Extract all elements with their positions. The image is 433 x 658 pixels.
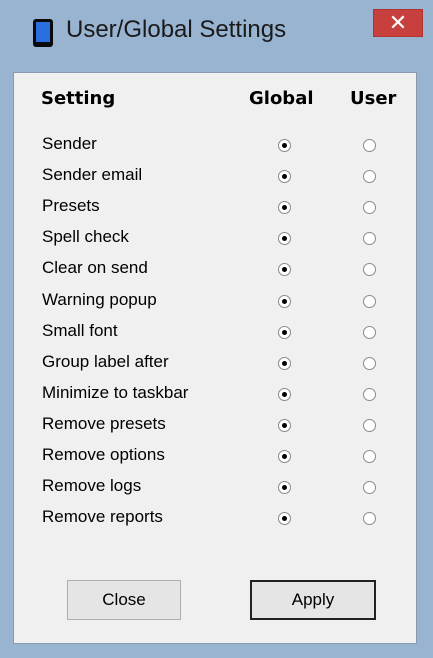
global-radio[interactable] <box>278 294 291 308</box>
user-radio[interactable] <box>363 294 376 308</box>
user-radio[interactable] <box>363 450 376 463</box>
user-radio[interactable] <box>363 512 376 526</box>
setting-row: Remove presets <box>14 411 416 442</box>
setting-label: Sender email <box>42 165 143 185</box>
global-radio[interactable] <box>278 512 291 526</box>
user-radio[interactable] <box>363 418 376 432</box>
setting-row: Remove options <box>14 442 416 473</box>
setting-row: Minimize to taskbar <box>14 380 416 411</box>
setting-label: Sender <box>42 134 97 153</box>
setting-label: Remove logs <box>42 476 142 496</box>
user-radio[interactable] <box>363 201 376 215</box>
setting-row: Remove reports <box>14 504 416 535</box>
global-radio[interactable] <box>278 232 291 246</box>
settings-panel: Setting Global User Sender Sender email Pr… <box>13 72 417 644</box>
user-radio[interactable] <box>363 387 376 401</box>
setting-row: Warning popup <box>14 287 416 318</box>
setting-label: Minimize to taskbar <box>42 382 189 402</box>
title-bar[interactable]: User/Global Settings ✕ <box>0 0 433 78</box>
user-radio[interactable] <box>363 139 376 152</box>
setting-row: Presets <box>14 193 416 224</box>
app-phone-icon <box>33 19 53 47</box>
setting-row: Remove logs <box>14 473 416 504</box>
close-icon: ✕ <box>388 10 408 35</box>
setting-row: Sender email <box>14 162 416 193</box>
close-window-button[interactable]: ✕ <box>373 9 423 37</box>
close-button[interactable]: Close <box>67 580 181 620</box>
apply-button[interactable]: Apply <box>250 580 376 620</box>
setting-row: Spell check <box>14 224 416 255</box>
setting-label: Spell check <box>42 227 129 247</box>
setting-label: Remove reports <box>42 507 163 527</box>
user-radio[interactable] <box>363 232 376 246</box>
global-radio[interactable] <box>278 418 291 432</box>
setting-label: Small font <box>42 320 118 340</box>
user-radio[interactable] <box>363 356 376 370</box>
setting-row: Group label after <box>14 349 416 380</box>
setting-row: Sender <box>14 131 416 162</box>
global-radio[interactable] <box>278 325 291 339</box>
window-title: User/Global Settings <box>66 16 287 43</box>
global-column-header: Global <box>249 88 314 109</box>
global-radio[interactable] <box>278 481 291 495</box>
global-radio[interactable] <box>278 356 291 370</box>
global-radio[interactable] <box>278 139 291 152</box>
setting-label: Clear on send <box>42 258 148 278</box>
setting-label: Presets <box>42 196 100 216</box>
setting-row: Clear on send <box>14 255 416 286</box>
user-radio[interactable] <box>363 170 376 184</box>
setting-row: Small font <box>14 318 416 349</box>
user-radio[interactable] <box>363 481 376 495</box>
setting-label: Group label after <box>42 351 169 371</box>
global-radio[interactable] <box>278 170 291 184</box>
user-radio[interactable] <box>363 263 376 277</box>
user-column-header: User <box>350 88 397 109</box>
setting-column-header: Setting <box>41 88 116 109</box>
user-radio[interactable] <box>363 325 376 339</box>
global-radio[interactable] <box>278 263 291 277</box>
global-radio[interactable] <box>278 450 291 463</box>
setting-label: Remove presets <box>42 413 166 433</box>
global-radio[interactable] <box>278 201 291 215</box>
settings-window: User/Global Settings ✕ Setting Global Us… <box>0 0 433 658</box>
setting-label: Remove options <box>42 445 165 464</box>
global-radio[interactable] <box>278 387 291 401</box>
setting-label: Warning popup <box>42 289 157 309</box>
